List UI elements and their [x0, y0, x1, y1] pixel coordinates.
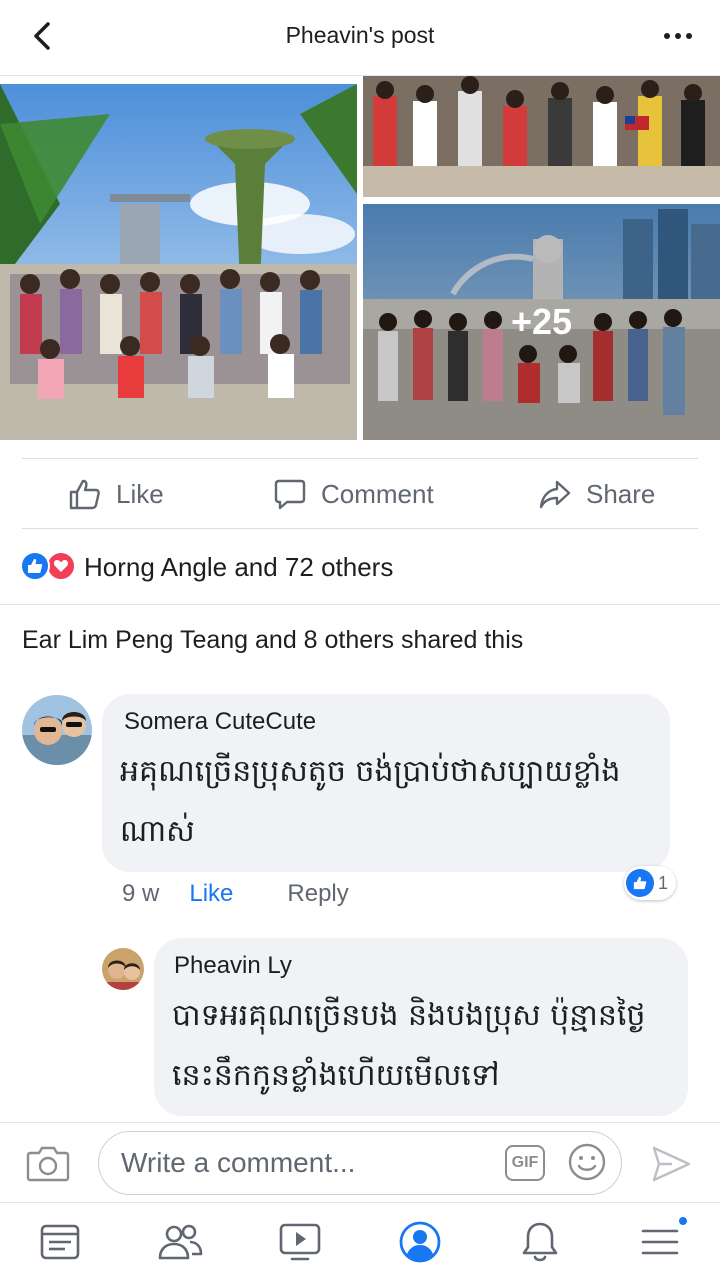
comment-bubble: Pheavin Ly បាទអរគុណច្រើនបង និងបងប្រុស ប៉…	[154, 938, 688, 1116]
nav-friends[interactable]	[157, 1219, 203, 1265]
menu-icon	[641, 1229, 679, 1255]
comment-time: 9 w	[122, 880, 160, 907]
comment-author[interactable]: Pheavin Ly	[174, 952, 292, 980]
notifications-icon	[522, 1222, 558, 1262]
reaction-count-value: 1	[658, 872, 669, 893]
share-button[interactable]: Share	[538, 460, 655, 528]
more-photos-count[interactable]: +25	[363, 204, 720, 440]
like-reaction-icon	[20, 551, 50, 581]
divider	[22, 528, 698, 529]
comment-bubble: Somera CuteCute អគុណច្រើនប្រុសតូច ចង់ប្រ…	[102, 694, 670, 872]
send-icon	[652, 1146, 691, 1182]
post-photo-1[interactable]	[0, 84, 357, 440]
nav-watch[interactable]	[277, 1219, 323, 1265]
like-label: Like	[116, 478, 164, 509]
comment-meta: 9 w Like Reply	[122, 880, 349, 908]
smiley-icon	[568, 1143, 606, 1181]
more-options-button[interactable]	[658, 16, 698, 56]
section-divider	[0, 604, 720, 605]
thumbs-up-icon	[69, 479, 100, 510]
news-feed-icon	[40, 1224, 80, 1260]
comment-text: បាទអរគុណច្រើនបង និងបងប្រុស ប៉ុន្មានថ្ងៃន…	[172, 998, 646, 1093]
comment-input-placeholder: Write a comment...	[121, 1147, 356, 1178]
comment-button[interactable]: Comment	[273, 460, 434, 528]
photo-grid: +25	[0, 76, 720, 442]
send-button[interactable]	[650, 1143, 692, 1185]
love-reaction-icon	[46, 551, 76, 581]
like-button[interactable]: Like	[68, 460, 164, 528]
post-photo-3[interactable]: +25	[363, 204, 720, 440]
reaction-icons	[20, 551, 80, 583]
share-icon	[539, 480, 571, 509]
share-label: Share	[586, 478, 656, 509]
nav-profile[interactable]	[397, 1219, 443, 1265]
more-horizontal-icon	[664, 33, 692, 39]
avatar[interactable]	[102, 948, 144, 990]
shares-summary[interactable]: Ear Lim Peng Teang and 8 others shared t…	[22, 626, 523, 655]
watch-icon	[279, 1223, 321, 1261]
camera-icon	[26, 1146, 70, 1182]
emoji-button[interactable]	[567, 1142, 607, 1182]
reactions-summary[interactable]: Horng Angle and 72 others	[20, 546, 393, 588]
comment-input[interactable]: Write a comment... GIF	[98, 1131, 622, 1195]
gif-button[interactable]: GIF	[505, 1145, 545, 1181]
comment-reply-button[interactable]: Reply	[287, 880, 348, 908]
friends-icon	[158, 1224, 203, 1260]
comment-like-button[interactable]: Like	[189, 880, 233, 908]
avatar[interactable]	[22, 695, 92, 765]
divider	[22, 458, 698, 459]
post-header: Pheavin's post	[0, 0, 720, 76]
nav-menu[interactable]	[637, 1215, 689, 1265]
menu-notification-dot	[677, 1215, 689, 1227]
reactions-text: Horng Angle and 72 others	[84, 551, 394, 582]
like-reaction-icon	[626, 869, 654, 897]
comment-text: អគុណច្រើនប្រុសតូច ចង់ប្រាប់ថាសប្បាយខ្លាំ…	[120, 754, 621, 849]
nav-news-feed[interactable]	[37, 1219, 83, 1265]
comment-icon	[274, 479, 306, 510]
comment-reaction-count[interactable]: 1	[624, 866, 677, 900]
nav-notifications[interactable]	[517, 1219, 563, 1265]
comment-composer: Write a comment... GIF	[0, 1122, 720, 1202]
comment-label: Comment	[321, 478, 434, 509]
camera-button[interactable]	[26, 1143, 70, 1183]
bottom-navigation	[0, 1202, 720, 1280]
profile-icon	[399, 1221, 441, 1263]
post-actions: Like Comment Share	[0, 460, 720, 528]
comment-author[interactable]: Somera CuteCute	[124, 708, 316, 736]
post-photo-2[interactable]	[363, 76, 720, 197]
page-title: Pheavin's post	[285, 22, 435, 48]
